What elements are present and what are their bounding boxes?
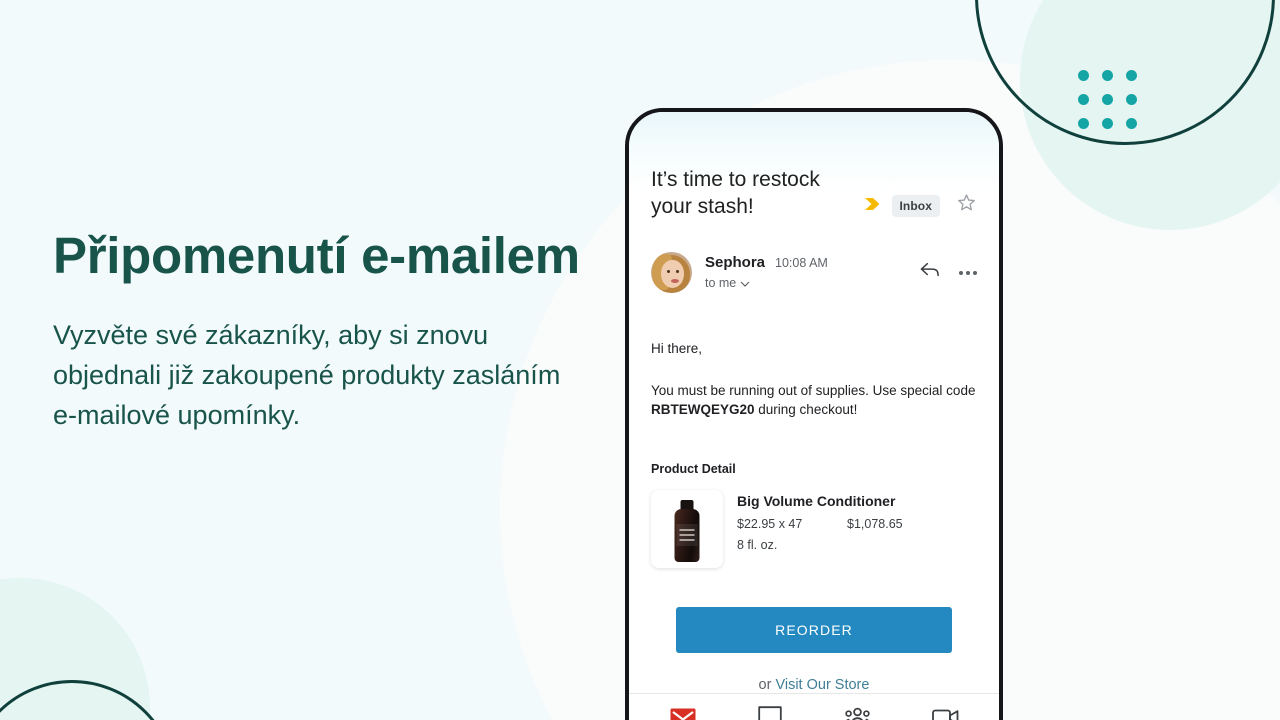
avatar[interactable] (651, 252, 692, 293)
secondary-cta-prefix: or (758, 677, 776, 693)
decorative-mint-circle-top-right (1020, 0, 1280, 230)
cta-section: REORDER or Visit Our Store (651, 607, 977, 693)
mail-app-screen: It’s time to restock your stash! Inbox S… (629, 112, 999, 720)
chat-bubble-icon (758, 705, 782, 720)
nav-item-mail[interactable] (639, 708, 727, 720)
phone-mockup: It’s time to restock your stash! Inbox S… (625, 108, 1003, 720)
recipient-label: to me (705, 275, 737, 290)
email-content: It’s time to restock your stash! Inbox S… (629, 166, 999, 693)
sender-name: Sephora (705, 253, 766, 271)
promo-description: Vyzvěte své zákazníky, aby si znovu obje… (53, 320, 561, 430)
important-chevron-icon[interactable] (864, 197, 882, 216)
label-chip-inbox[interactable]: Inbox (891, 195, 940, 217)
video-camera-icon (931, 708, 959, 720)
spaces-people-icon (844, 707, 871, 720)
body-prefix: You must be running out of supplies. Use… (651, 383, 976, 398)
mail-icon (670, 708, 696, 720)
sender-line: Sephora 10:08 AM (705, 254, 919, 271)
visit-our-store-link[interactable]: Visit Our Store (775, 677, 869, 693)
product-detail-heading: Product Detail (651, 462, 736, 476)
reply-arrow-icon[interactable] (919, 261, 941, 284)
decorative-ring-top-right (975, 0, 1275, 145)
product-size: 8 fl. oz. (737, 538, 778, 552)
subject-row: It’s time to restock your stash! Inbox (651, 166, 977, 220)
product-info: Big Volume Conditioner $22.95 x 47 $1,07… (737, 490, 977, 552)
decorative-dot-grid-icon (1078, 70, 1138, 130)
email-subject: It’s time to restock your stash! (651, 168, 820, 218)
nav-item-meet[interactable] (902, 708, 990, 720)
nav-item-chat[interactable] (727, 705, 815, 720)
conditioner-bottle-image (651, 490, 723, 568)
promo-slide: Připomenutí e-mailem Vyzvěte své zákazní… (0, 0, 1280, 720)
reorder-button[interactable]: REORDER (676, 607, 952, 653)
product-name: Big Volume Conditioner (737, 493, 896, 509)
product-price-row: $22.95 x 47 $1,078.65 (737, 517, 977, 531)
page-title: Připomenutí e-mailem (53, 227, 580, 284)
nav-item-spaces[interactable] (814, 707, 902, 720)
product-row: Big Volume Conditioner $22.95 x 47 $1,07… (651, 490, 977, 568)
email-greeting: Hi there, (651, 341, 703, 356)
recipient-line[interactable]: to me (705, 274, 919, 292)
more-options-icon[interactable] (959, 270, 977, 275)
decorative-mint-circle-bottom-left (0, 578, 150, 720)
email-body: You must be running out of supplies. Use… (651, 381, 977, 419)
promo-copy: Připomenutí e-mailem Vyzvěte své zákazní… (53, 225, 583, 435)
product-unit-price: $22.95 x 47 (737, 517, 803, 531)
promo-code: RBTEWQEYG20 (651, 402, 755, 417)
body-suffix: during checkout! (754, 402, 858, 417)
bottom-navigation (629, 693, 999, 720)
sender-row: Sephora 10:08 AM to me (651, 252, 977, 293)
decorative-ring-bottom-left (0, 680, 177, 720)
sender-meta: Sephora 10:08 AM to me (705, 254, 919, 292)
email-timestamp: 10:08 AM (775, 255, 828, 270)
product-total-price: $1,078.65 (847, 517, 903, 531)
chevron-down-icon[interactable] (740, 274, 750, 292)
star-outline-icon[interactable] (956, 192, 977, 218)
secondary-cta: or Visit Our Store (676, 677, 952, 693)
